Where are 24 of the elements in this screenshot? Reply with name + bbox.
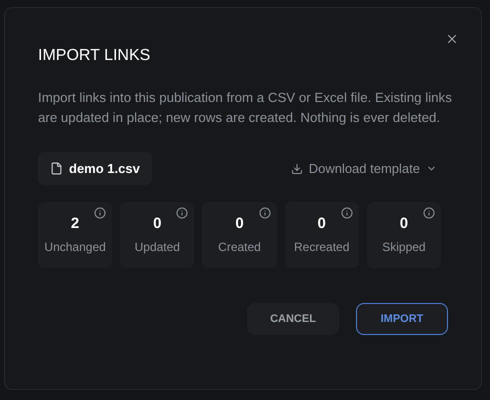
dialog-title: IMPORT LINKS — [38, 46, 152, 66]
stat-value: 0 — [400, 214, 408, 234]
stat-value: 0 — [318, 214, 326, 234]
stat-label: Skipped — [382, 239, 426, 255]
close-icon[interactable] — [445, 32, 459, 46]
dialog-description: Import links into this publication from a CSV or Excel file. Existing links are updated in place; new rows are created. Nothing is ever deleted. — [38, 89, 453, 127]
stat-label: Created — [218, 239, 261, 255]
stat-value: 0 — [235, 214, 244, 234]
import-button[interactable]: IMPORT — [356, 303, 448, 335]
info-icon[interactable] — [94, 207, 106, 219]
stat-value: 2 — [70, 214, 80, 234]
stat-label: Recreated — [294, 239, 350, 255]
download-icon — [290, 162, 303, 174]
file-name: demo 1.csv — [69, 160, 140, 178]
stat-label: Unchanged — [44, 239, 106, 255]
stat-value: 0 — [153, 214, 162, 234]
info-icon[interactable] — [258, 207, 271, 219]
download-template-button[interactable]: Download template — [290, 158, 437, 178]
info-icon[interactable] — [176, 207, 188, 219]
stat-label: Updated — [134, 239, 180, 255]
cancel-button[interactable]: CANCEL — [247, 303, 339, 335]
file-icon — [50, 162, 63, 175]
info-icon[interactable] — [423, 207, 436, 219]
info-icon[interactable] — [340, 207, 353, 219]
